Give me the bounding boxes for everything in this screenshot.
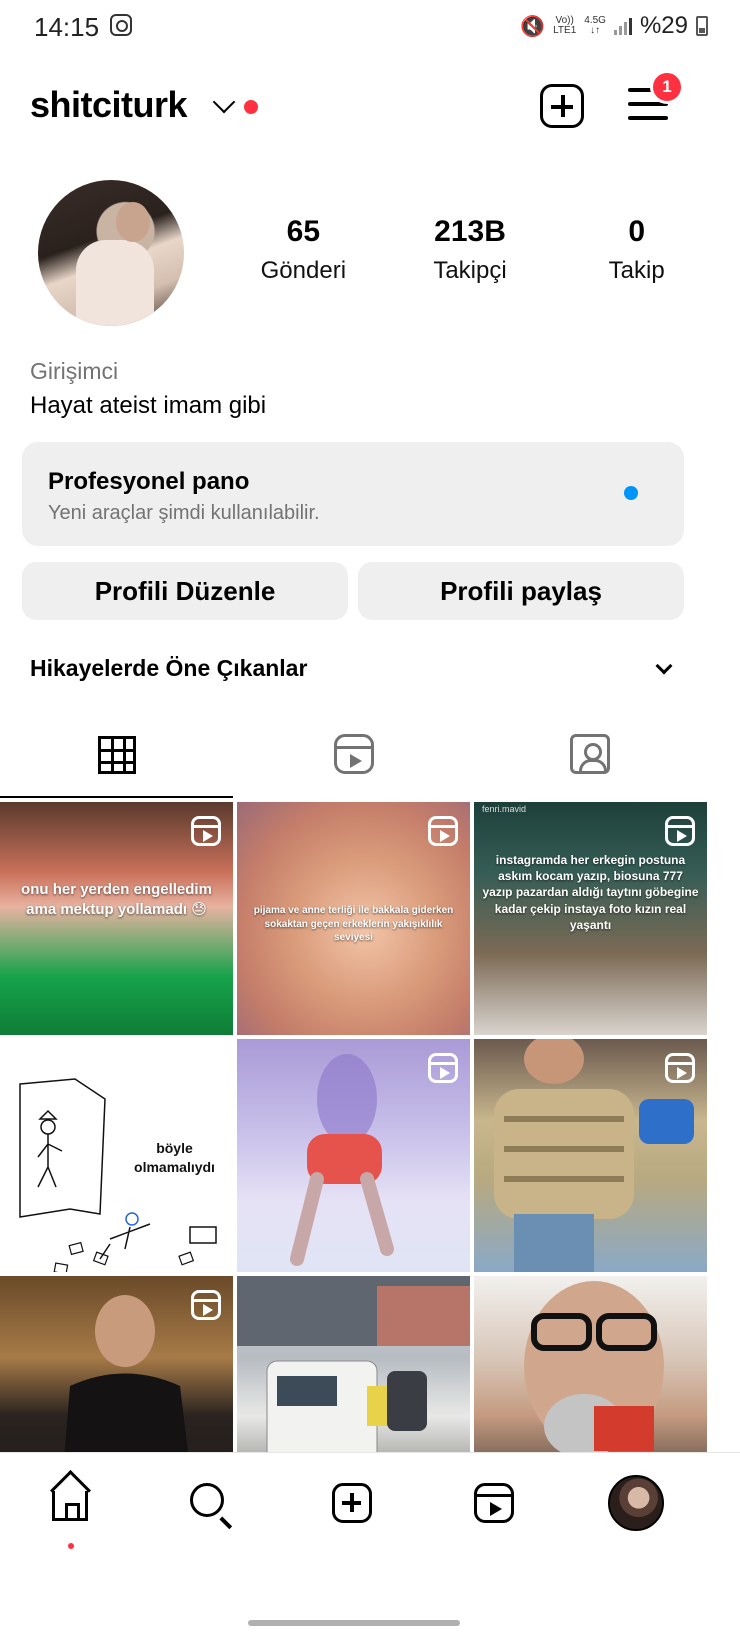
stat-value: 213B (434, 215, 506, 248)
stat-value: 65 (286, 215, 321, 248)
avatar-head (116, 202, 150, 242)
chevron-down-icon[interactable] (212, 90, 236, 114)
nav-reels[interactable] (464, 1475, 524, 1535)
stat-label: Takipçi (433, 257, 507, 284)
post-caption: böyle olmamalıydı (134, 1140, 215, 1175)
bottom-navigation (0, 1452, 740, 1570)
stat-value: 0 (628, 215, 646, 248)
status-icons: 🔇 Vo)) LTE1 4.5G ↓↑ %29 (520, 12, 708, 40)
mute-icon: 🔇 (520, 15, 546, 38)
share-profile-button[interactable]: Profili paylaş (358, 562, 684, 620)
bio-category: Girişimci (30, 358, 119, 384)
nav-create[interactable] (322, 1475, 382, 1535)
battery-icon (696, 16, 708, 36)
post-thumbnail[interactable]: böyle olmamalıydı (0, 1039, 233, 1272)
pro-dashboard-title: Profesyonel pano (48, 468, 250, 495)
post-thumbnail[interactable]: onu her yerden engelledim ama mektup yol… (0, 802, 233, 1035)
menu-notification-badge: 1 (650, 70, 684, 104)
reel-icon (665, 816, 695, 846)
reel-icon (428, 816, 458, 846)
profile-stats: 65 Gönderi 213B Takipçi 0 Takip (220, 215, 720, 285)
stat-followers[interactable]: 213B Takipçi (387, 215, 554, 285)
grid-icon (98, 736, 136, 774)
signal-icon (613, 17, 632, 35)
reel-icon (191, 816, 221, 846)
post-caption: instagramda her erkegin postuna askım ko… (482, 853, 699, 932)
volte-indicator: Vo)) LTE1 (553, 16, 576, 36)
reels-icon (474, 1483, 514, 1523)
reel-icon (665, 1053, 695, 1083)
post-caption: pijama ve anne terliği ile bakkala gider… (253, 905, 454, 943)
tab-posts-grid[interactable] (0, 720, 233, 798)
profile-tabs (0, 720, 740, 798)
bio-text: Hayat ateist imam gibi (30, 392, 267, 419)
data-arrows-icon: ↓↑ (590, 25, 601, 36)
home-notification-dot (68, 1543, 74, 1549)
posts-grid: onu her yerden engelledim ama mektup yol… (0, 802, 740, 1509)
edit-profile-button[interactable]: Profili Düzenle (22, 562, 348, 620)
reel-icon (191, 1290, 221, 1320)
nav-profile[interactable] (606, 1475, 666, 1535)
stat-posts[interactable]: 65 Gönderi (220, 215, 387, 285)
home-indicator[interactable] (248, 1620, 460, 1626)
username-switcher[interactable]: shitciturk (30, 84, 188, 126)
status-time: 14:15 (34, 12, 100, 42)
profile-header: shitciturk 1 (0, 70, 740, 150)
battery-percent: %29 (639, 12, 688, 39)
lte-label: LTE1 (553, 25, 577, 36)
reel-icon (428, 1053, 458, 1083)
instagram-notification-icon (110, 14, 132, 36)
home-icon (52, 1491, 88, 1521)
pro-dashboard-subtitle: Yeni araçlar şimdi kullanılabilir. (48, 502, 320, 524)
data-indicator: 4.5G ↓↑ (584, 16, 606, 36)
stat-label: Gönderi (260, 257, 347, 284)
post-thumbnail[interactable] (474, 1039, 707, 1272)
reels-icon (334, 734, 374, 774)
chevron-down-icon[interactable] (655, 657, 673, 675)
post-thumbnail[interactable]: fenri.mavid instagramda her erkegin post… (474, 802, 707, 1035)
avatar (608, 1475, 664, 1531)
post-thumbnail[interactable] (237, 1039, 470, 1272)
avatar-robe (76, 240, 154, 326)
account-notification-dot (244, 100, 258, 114)
create-post-button[interactable] (540, 84, 584, 128)
post-thumbnail[interactable]: pijama ve anne terliği ile bakkala gider… (237, 802, 470, 1035)
status-bar: 14:15 🔇 Vo)) LTE1 4.5G ↓↑ %29 (0, 0, 740, 54)
post-caption: onu her yerden engelledim ama mektup yol… (21, 881, 212, 919)
post-watermark: fenri.mavid (482, 804, 527, 814)
professional-dashboard-card[interactable]: Profesyonel pano Yeni araçlar şimdi kull… (22, 442, 684, 546)
plus-square-icon (332, 1483, 372, 1523)
tab-reels[interactable] (236, 720, 469, 798)
story-highlights-header[interactable]: Hikayelerde Öne Çıkanlar (30, 655, 307, 682)
nav-home[interactable] (40, 1475, 100, 1549)
nav-search[interactable] (180, 1475, 240, 1535)
profile-avatar[interactable] (38, 180, 184, 326)
search-icon (190, 1483, 224, 1517)
tab-tagged[interactable] (472, 720, 705, 798)
stat-label: Takip (608, 257, 665, 284)
tagged-person-icon (570, 734, 610, 774)
stat-following[interactable]: 0 Takip (553, 215, 720, 285)
new-indicator-dot (624, 486, 638, 500)
